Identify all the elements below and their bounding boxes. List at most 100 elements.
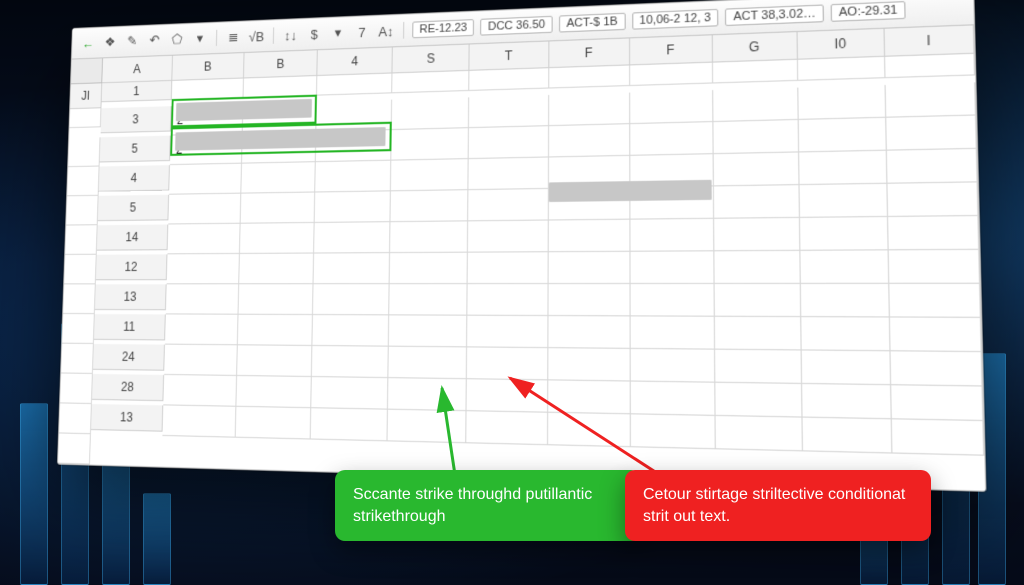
cell[interactable] [390,253,468,284]
cell[interactable] [548,284,630,316]
cell[interactable] [548,348,631,381]
cell[interactable] [236,407,312,440]
cell[interactable] [312,377,389,410]
cell[interactable] [313,284,390,315]
sort-icon[interactable]: ↕↓ [282,25,300,44]
cell[interactable] [549,124,630,157]
cell[interactable] [715,350,802,384]
brush-icon[interactable]: ✎ [124,32,141,51]
cell[interactable] [317,73,393,95]
cell[interactable] [69,108,101,128]
cell[interactable] [892,419,985,455]
cell[interactable] [391,159,469,191]
column-header[interactable]: S [393,44,470,73]
cell[interactable] [630,284,714,317]
cell[interactable] [391,190,469,222]
cell[interactable] [314,222,390,253]
cell[interactable] [314,253,391,284]
column-header[interactable]: B [172,53,244,81]
cell[interactable] [469,189,549,221]
row-header[interactable]: 1 [102,81,173,102]
cell[interactable] [172,78,244,100]
cell[interactable] [630,90,713,124]
cell[interactable] [65,225,97,255]
cell[interactable] [800,250,889,284]
cell[interactable] [630,122,714,156]
cell[interactable] [630,349,715,383]
cell[interactable] [713,152,799,186]
cell[interactable] [68,137,100,167]
cell[interactable] [549,65,630,88]
cell[interactable] [715,416,803,451]
cell[interactable] [715,317,802,351]
cell[interactable] [799,118,887,153]
cell[interactable] [67,167,99,197]
cell[interactable] [890,318,982,353]
sqrt-icon[interactable]: √B [248,27,266,46]
cell[interactable] [163,375,237,407]
cell[interactable] [714,218,800,251]
cell[interactable] [886,82,977,117]
spreadsheet-grid[interactable]: ABB4STFFGI0IJI132524514121311242813 [58,25,985,490]
cell[interactable] [61,344,94,374]
cell[interactable] [469,95,548,128]
column-header[interactable]: F [630,35,713,65]
cell[interactable] [167,254,240,284]
list-icon[interactable]: ≣ [224,28,242,47]
tag-icon[interactable]: ❖ [101,33,118,52]
cell[interactable] [800,217,889,251]
cell[interactable] [469,158,549,191]
seven-icon[interactable]: 7 [353,22,371,41]
cell[interactable] [802,384,892,419]
filter-icon[interactable]: ▾ [329,23,347,42]
cell[interactable] [468,316,548,348]
cell[interactable] [165,314,239,345]
cell[interactable] [548,413,631,448]
cell[interactable] [239,284,314,315]
cell[interactable] [887,182,978,217]
cell[interactable] [891,385,983,421]
cell[interactable] [237,345,312,377]
cell[interactable] [887,149,978,184]
cell[interactable] [799,184,888,218]
column-header[interactable]: B [244,50,318,78]
cell[interactable] [60,373,93,404]
row-header[interactable]: 5 [98,195,169,221]
cell[interactable] [714,185,800,219]
cell[interactable] [548,220,630,253]
back-icon[interactable]: ← [79,34,96,52]
cell[interactable] [885,54,975,78]
row-header[interactable]: 3 [101,106,172,133]
row-header[interactable]: 14 [97,224,169,250]
cell[interactable] [630,382,715,416]
row-header[interactable]: 28 [92,374,164,401]
cell[interactable] [468,252,548,284]
cell[interactable] [889,250,981,284]
cell[interactable] [886,116,977,151]
cell[interactable] [469,126,548,159]
cell[interactable] [548,380,631,414]
cell[interactable] [241,162,316,193]
cell[interactable] [713,88,799,123]
row-header[interactable]: 11 [94,314,166,340]
cell[interactable] [890,351,982,386]
cell[interactable] [799,151,887,185]
row-header[interactable]: 4 [99,165,170,192]
font-icon[interactable]: A↕ [377,21,395,40]
cell[interactable] [392,97,470,130]
cell[interactable] [62,314,95,344]
cell[interactable] [630,414,715,449]
column-header[interactable]: T [470,41,549,70]
column-header[interactable]: F [549,38,630,68]
cell[interactable] [467,411,548,445]
cell[interactable] [389,315,468,347]
cell[interactable] [715,383,802,418]
cell[interactable] [468,221,548,253]
cell[interactable] [315,191,391,223]
cell[interactable] [548,316,630,349]
cell[interactable] [801,351,891,386]
cell[interactable] [66,196,98,226]
cell[interactable] [630,251,714,284]
dropdown-icon[interactable]: ▾ [191,29,209,48]
cell[interactable] [311,408,388,441]
